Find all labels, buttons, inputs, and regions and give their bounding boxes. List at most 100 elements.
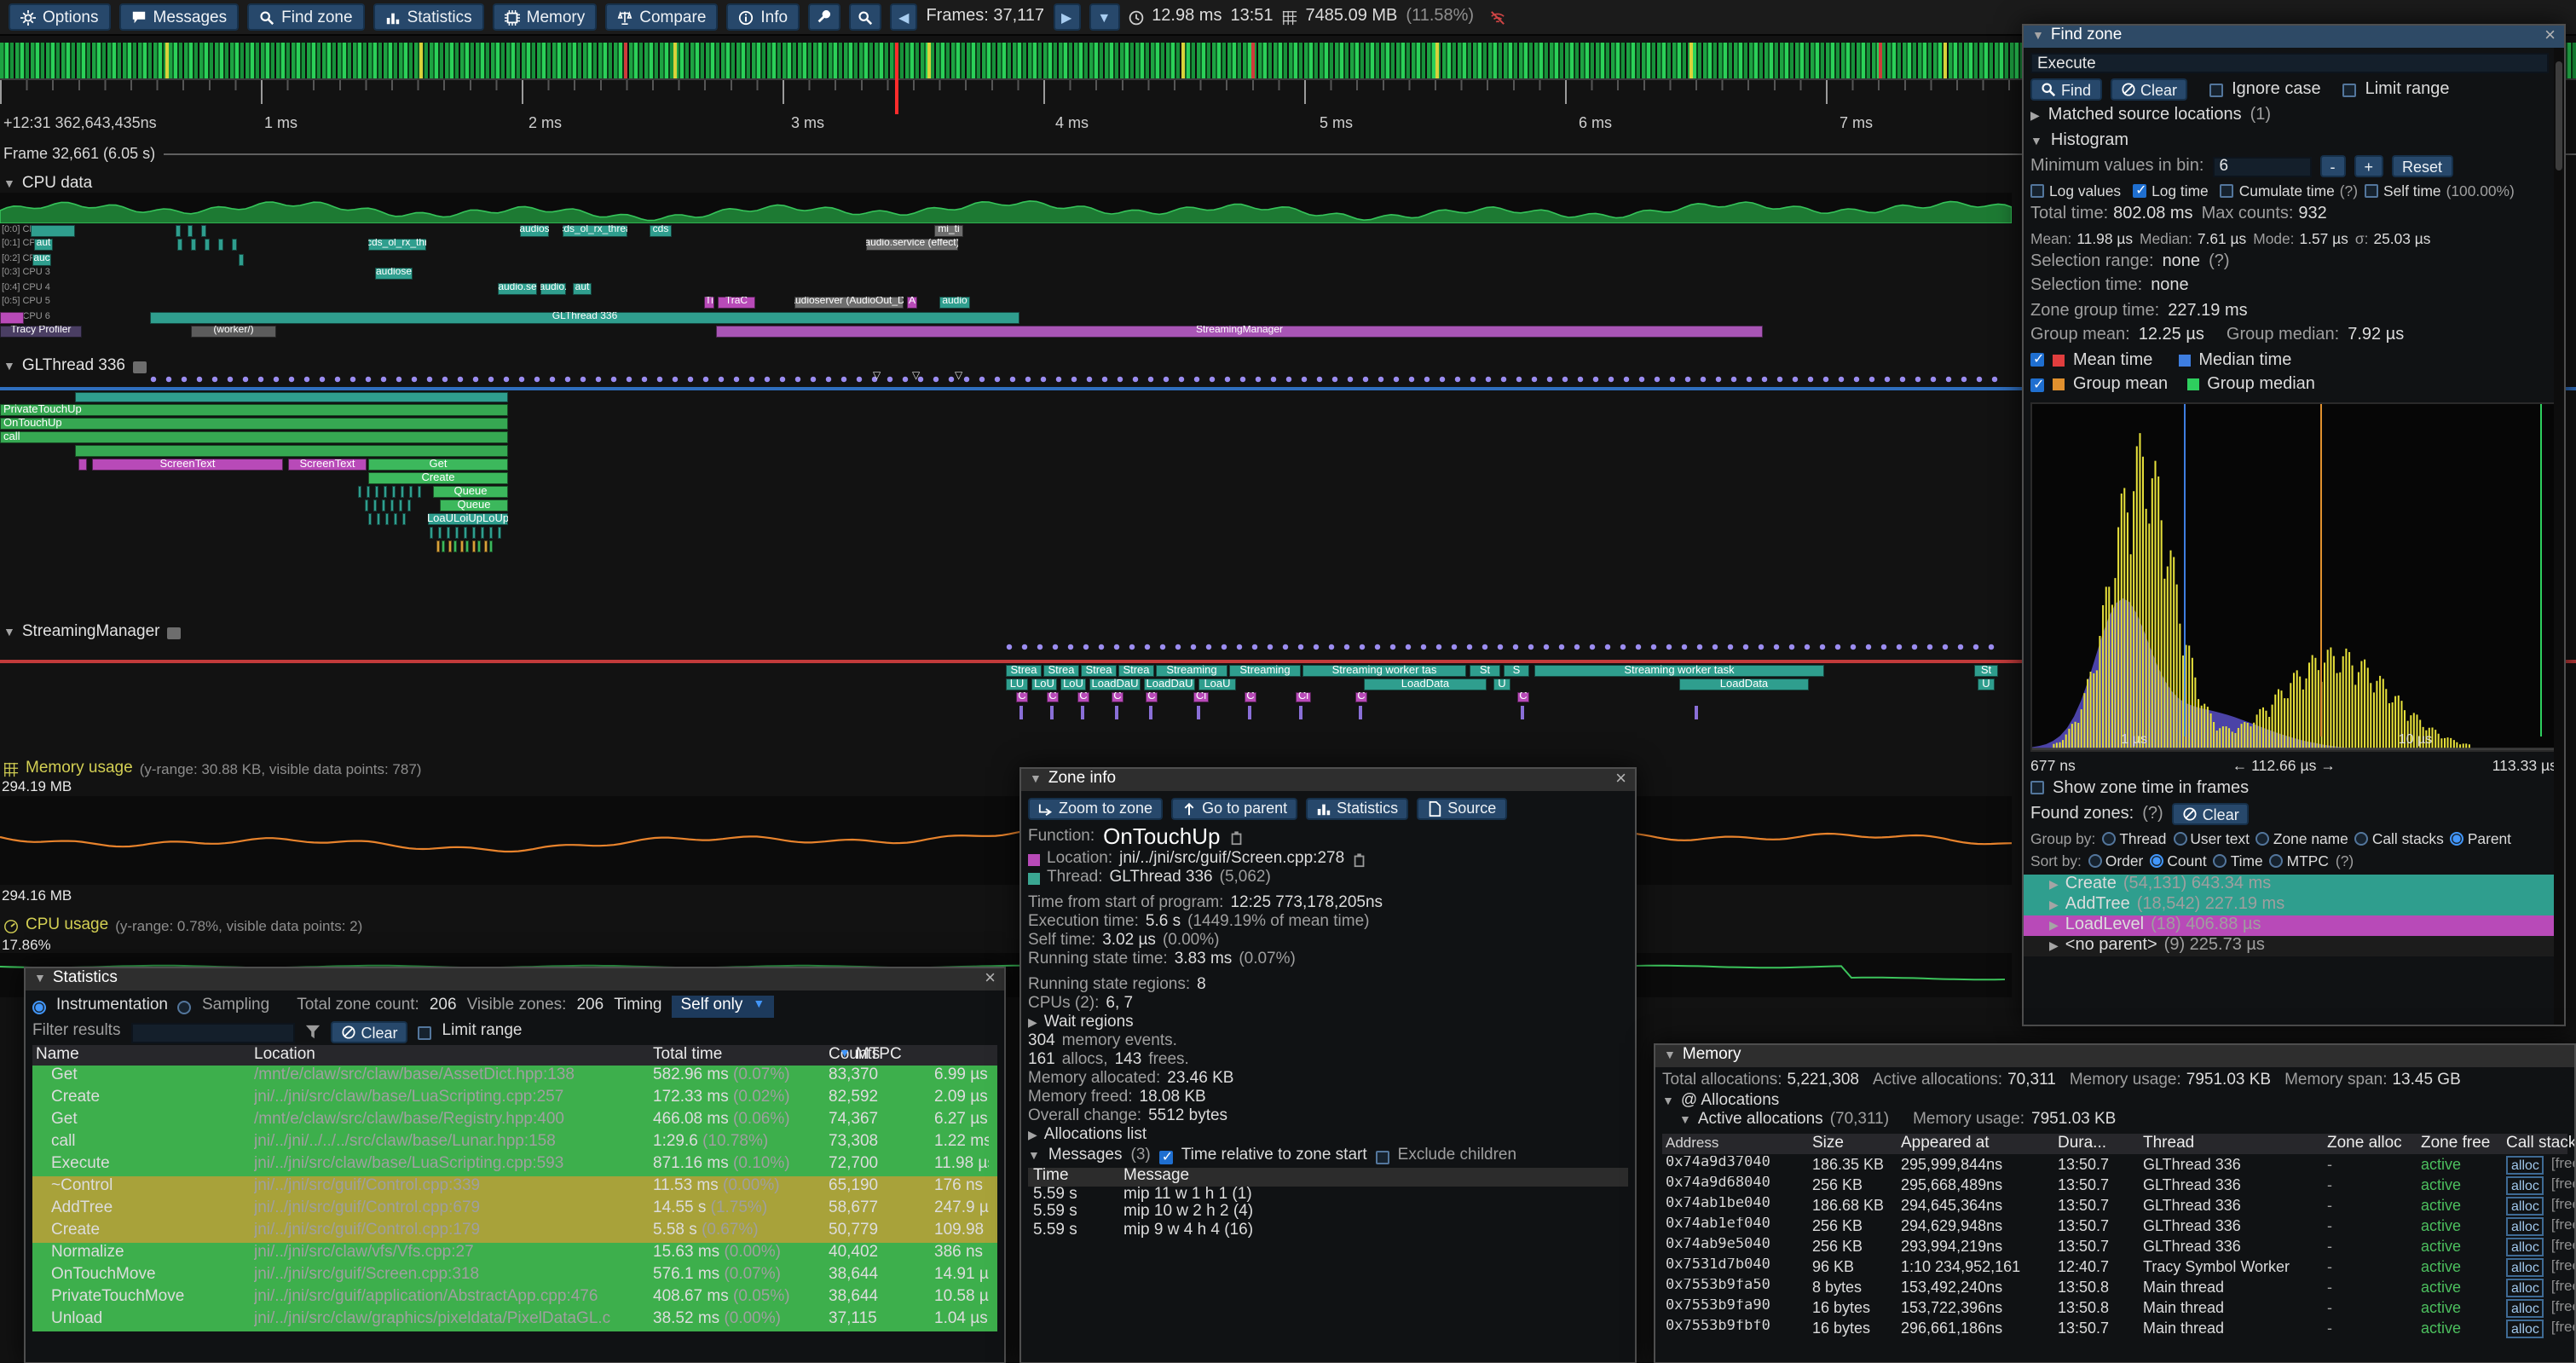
memory-button[interactable]: Memory (493, 3, 598, 31)
zone-bar[interactable] (464, 527, 467, 539)
zone-bar[interactable] (438, 527, 442, 539)
cpu-usage-minigraph[interactable] (0, 193, 2012, 223)
cpu-zone-bar[interactable]: TraC (718, 297, 755, 309)
cpu-zone-bar[interactable]: aut (34, 239, 53, 251)
zone-bar[interactable] (418, 486, 421, 498)
zone-bar[interactable] (401, 486, 404, 498)
zone-bar[interactable] (78, 459, 87, 471)
memory-row[interactable]: 0x7553b9fa90 16 bytes 153,722,396ns 13:5… (1662, 1297, 2567, 1318)
zone-bar[interactable] (385, 513, 389, 525)
zone-bar[interactable] (392, 486, 396, 498)
cpu-usage-header[interactable]: CPU usage (y-range: 0.78%, visible data … (3, 917, 362, 936)
statistics-row[interactable]: Create jni/../jni/src/claw/base/LuaScrip… (32, 1088, 997, 1110)
zone-bar[interactable] (409, 486, 413, 498)
matched-locations-toggle[interactable]: Matched source locations (1) (2030, 106, 2557, 125)
zone-bar[interactable]: Queue (440, 500, 508, 511)
zone-bar[interactable] (375, 486, 378, 498)
histogram-option-checkbox[interactable]: Log values (2030, 182, 2126, 199)
bookmark-icon[interactable] (1521, 706, 1523, 719)
found-zone-group-row[interactable]: Create (54,131) 643.34 ms (2024, 875, 2564, 895)
cpu-zone-bar[interactable]: audio (939, 297, 970, 309)
find-zone-input[interactable] (2030, 53, 2549, 73)
statistics-row[interactable]: Unload jni/../jni/src/claw/graphics/pixe… (32, 1309, 997, 1331)
cpu-zone-bar[interactable]: (worker/) (191, 326, 276, 338)
statistics-button[interactable]: Statistics (373, 3, 484, 31)
find-button[interactable]: Find (2030, 78, 2101, 101)
statistics-table-header[interactable]: Name Location Total time Counts ▼ MTPC (32, 1045, 997, 1066)
zone-bar[interactable]: LoaULoiUpLoUp (428, 513, 508, 525)
compare-button[interactable]: Compare (605, 3, 718, 31)
zone-bar[interactable] (455, 527, 459, 539)
zone-bar[interactable] (489, 527, 493, 539)
bookmark-icon[interactable] (1149, 706, 1152, 719)
increment-button[interactable]: + (2354, 155, 2383, 177)
zone-bar[interactable]: OnTouchUp (0, 418, 508, 430)
bookmark-icon[interactable] (1359, 706, 1361, 719)
reset-button[interactable]: Reset (2392, 155, 2452, 177)
cpu-zone-bar[interactable]: audioserver (AudioOut_D) (794, 297, 904, 309)
exclude-children-checkbox[interactable] (1376, 1150, 1389, 1164)
memory-table-header[interactable]: Address Size Appeared at Dura... Thread … (1662, 1134, 2567, 1154)
alloc-callstack-button[interactable]: alloc (2506, 1155, 2544, 1174)
statistics-row[interactable]: Normalize jni/../jni/src/claw/vfs/Vfs.cp… (32, 1243, 997, 1265)
statistics-row[interactable]: PrivateTouchMove jni/../jni/src/guif/app… (32, 1287, 997, 1309)
allocations-toggle[interactable]: @ Allocations (1662, 1093, 2567, 1112)
statistics-row[interactable]: call jni/../jni/../../../src/claw/base/L… (32, 1132, 997, 1154)
clear-filter-button[interactable]: Clear (330, 1021, 407, 1043)
bookmark-icon[interactable] (1115, 706, 1118, 719)
bookmark-icon[interactable] (1695, 706, 1697, 719)
zone-bar[interactable] (448, 540, 452, 552)
streaming-header[interactable]: StreamingManager (3, 624, 180, 643)
group-by-radio[interactable]: Zone name (2256, 830, 2348, 847)
statistics-row[interactable]: Execute jni/../jni/src/claw/base/LuaScri… (32, 1154, 997, 1176)
alloc-callstack-button[interactable]: alloc (2506, 1196, 2544, 1215)
zone-bar[interactable] (75, 445, 508, 457)
sort-by-radio[interactable]: Count (2150, 852, 2206, 869)
source-button[interactable]: Source (1417, 797, 1506, 819)
alloc-callstack-button[interactable]: alloc (2506, 1319, 2544, 1337)
min-bin-input[interactable] (2212, 156, 2311, 176)
cpu-zone-bar[interactable] (239, 254, 244, 266)
limit-range-checkbox[interactable] (2343, 83, 2357, 96)
cpu-zone-bar[interactable] (232, 239, 237, 251)
zone-bar[interactable]: PrivateTouchUp (0, 404, 508, 416)
close-icon[interactable] (985, 972, 996, 987)
zone-bar[interactable] (384, 486, 387, 498)
cpu-zone-bar[interactable]: audio.service (effect) (866, 239, 958, 251)
zone-bar[interactable]: Get (368, 459, 508, 471)
cpu-zone-bar[interactable] (188, 225, 193, 237)
zone-bar[interactable] (402, 513, 406, 525)
bookmark-icon[interactable] (1299, 706, 1302, 719)
zone-bar[interactable] (447, 527, 450, 539)
memory-row[interactable]: 0x7553b9fa50 8 bytes 153,492,240ns 13:50… (1662, 1277, 2567, 1297)
zone-bar[interactable]: ScreenText (288, 459, 367, 471)
message-row[interactable]: 5.59 s mip 11 w 1 h 1 (1) (1028, 1187, 1628, 1204)
found-zone-group-row[interactable]: LoadLevel (18) 406.88 µs (2024, 915, 2564, 936)
cpu-zone-bar[interactable]: audio. (540, 283, 566, 295)
zone-bar[interactable] (365, 500, 368, 511)
cpu-zone-bar[interactable]: audios (520, 225, 549, 237)
cpu-zone-bar[interactable] (31, 225, 75, 237)
statistics-row[interactable]: AddTree jni/../jni/src/guif/Control.cpp:… (32, 1198, 997, 1221)
zoom-tool-button[interactable] (849, 3, 881, 31)
cpu-zone-bar[interactable]: StreamingManager (716, 326, 1763, 338)
memory-titlebar[interactable]: Memory (1655, 1045, 2574, 1067)
zone-bar[interactable] (472, 527, 476, 539)
cpu-zone-bar[interactable] (0, 312, 24, 324)
bookmark-icon[interactable] (1019, 706, 1022, 719)
scrollbar-thumb[interactable] (2556, 61, 2562, 170)
statistics-row[interactable]: Get /mnt/e/claw/src/claw/base/AssetDict.… (32, 1066, 997, 1088)
cpu-zone-bar[interactable] (205, 239, 210, 251)
zone-bar[interactable] (75, 392, 508, 402)
mean-median-checkbox[interactable] (2030, 354, 2044, 367)
cpu-zone-bar[interactable]: A (907, 297, 917, 309)
zone-info-titlebar[interactable]: Zone info (1021, 769, 1635, 791)
statistics-row[interactable]: Create jni/../jni/src/guif/Control.cpp:1… (32, 1221, 997, 1243)
group-by-radio[interactable]: Call stacks (2355, 830, 2444, 847)
zone-bar[interactable]: ScreenText (92, 459, 283, 471)
zone-bar[interactable] (436, 540, 440, 552)
cpu-zone-bar[interactable] (191, 239, 196, 251)
clear-found-button[interactable]: Clear (2172, 803, 2250, 825)
zone-bar[interactable] (484, 540, 488, 552)
sort-by-radio[interactable]: MTPC (2270, 852, 2329, 869)
